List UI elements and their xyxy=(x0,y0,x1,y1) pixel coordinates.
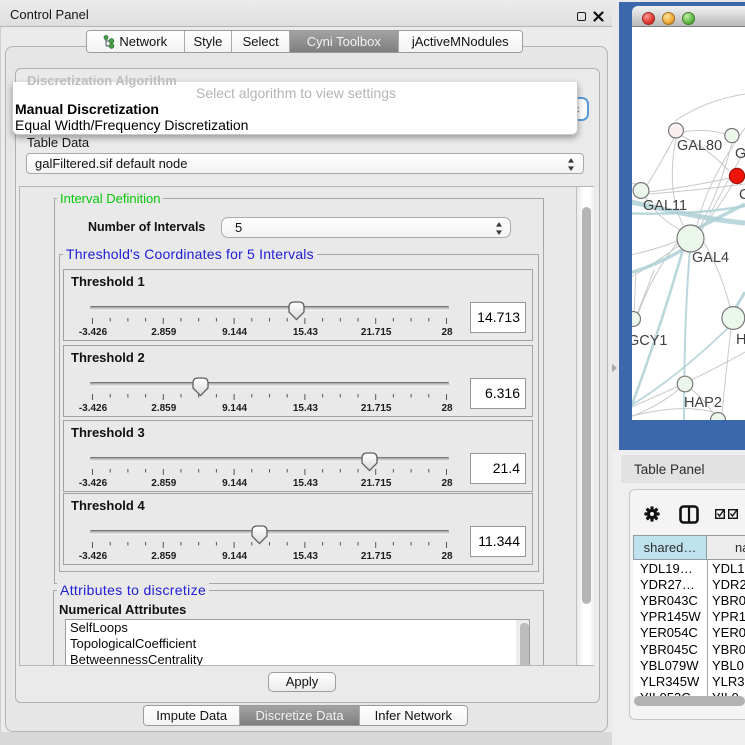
svg-text:GAL11: GAL11 xyxy=(643,198,687,214)
svg-text:GA: GA xyxy=(735,146,745,162)
svg-text:C: C xyxy=(739,187,745,203)
svg-text:GCY1: GCY1 xyxy=(632,333,668,349)
svg-text:H: H xyxy=(736,332,745,348)
svg-text:HAP2: HAP2 xyxy=(684,395,722,411)
svg-text:GAL80: GAL80 xyxy=(677,138,722,154)
svg-text:GAL4: GAL4 xyxy=(692,250,729,266)
